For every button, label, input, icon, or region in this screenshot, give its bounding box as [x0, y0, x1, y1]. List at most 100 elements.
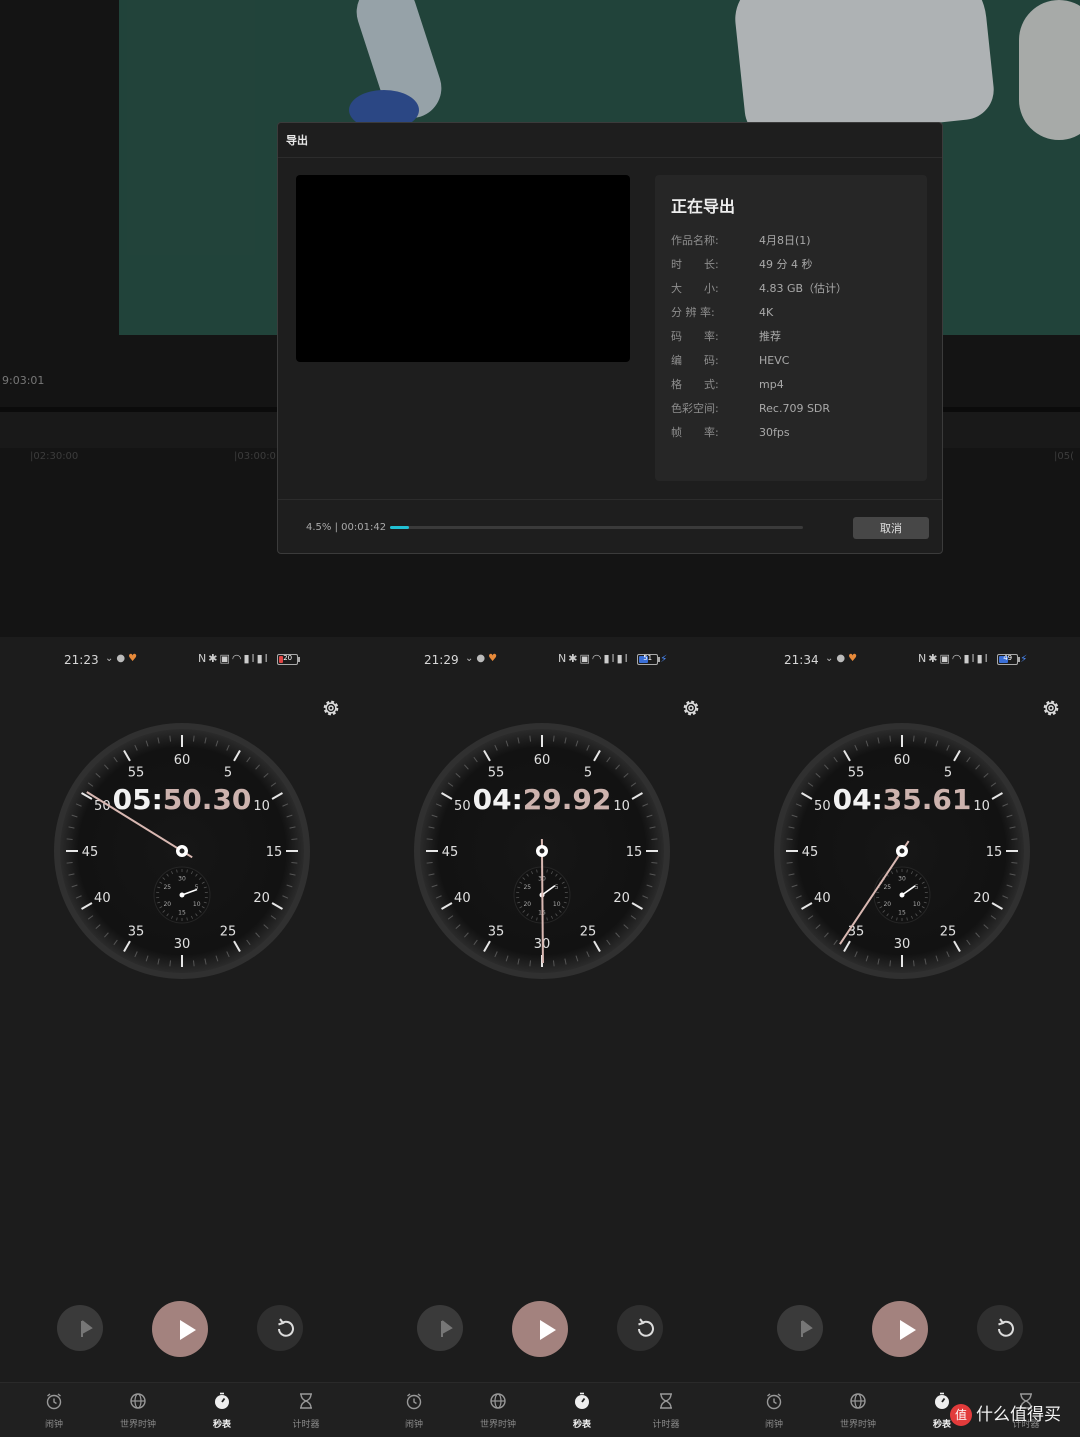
subdial-label: 5 [915, 884, 919, 891]
nav-label: 秒表 [212, 1420, 231, 1430]
nav-globe[interactable]: 世界时钟 [108, 1391, 168, 1430]
globe-icon [850, 1393, 866, 1409]
progress-fill [390, 526, 409, 529]
stopwatch-dial: 6051015202530354045505505:50.30305101520… [54, 723, 310, 979]
subdial-label: 25 [883, 884, 891, 891]
subdial-label: 15 [898, 910, 906, 917]
ruler-label: |02:30:00 [30, 451, 79, 462]
subdial-label: 30 [178, 876, 186, 883]
info-row: 作品名称: 4月8日(1) [671, 234, 811, 247]
info-row: 帧 率: 30fps [671, 426, 790, 439]
dial-label: 35 [488, 925, 505, 940]
stopwatch-dial: 6051015202530354045505504:29.92305101520… [414, 723, 670, 979]
nav-alarm[interactable]: 闹钟 [384, 1391, 444, 1430]
play-icon [900, 1320, 916, 1340]
lap-button[interactable] [57, 1305, 103, 1351]
hd-icon: ▣ [219, 652, 232, 665]
dialog-title: 导出 [286, 134, 308, 147]
watermark-text: 什么值得买 [976, 1405, 1061, 1425]
nav-hourglass[interactable]: 计时器 [636, 1391, 696, 1430]
reset-button[interactable] [977, 1305, 1023, 1351]
phone-stopwatch-2: 21:29 ⌄●♥ N✱▣◠▮l▮l 51⚡ 60510152025303540… [360, 637, 720, 1437]
dial-label: 60 [534, 753, 551, 768]
subdial-label: 10 [913, 901, 921, 908]
flag-icon [81, 1320, 93, 1337]
reset-icon [998, 1318, 1014, 1337]
system-icons: N✱▣◠▮l▮l 49 ⚡ [918, 652, 1029, 665]
signal-icon: ▮l [963, 652, 977, 665]
info-row: 时 长: 49 分 4 秒 [671, 258, 813, 271]
chat-icon: ● [476, 653, 489, 664]
dial-label: 10 [253, 799, 270, 814]
lap-button[interactable] [777, 1305, 823, 1351]
system-icons: N✱▣◠▮l▮l 20⚡ [198, 652, 301, 665]
nav-label: 世界时钟 [479, 1420, 516, 1430]
info-row: 格 式: mp4 [671, 378, 784, 391]
stopwatch-icon [935, 1392, 949, 1409]
progress-readout: 4.5% | 00:01:42 [306, 522, 387, 533]
nav-label: 世界时钟 [119, 1420, 156, 1430]
heart-icon: ♥ [848, 653, 861, 664]
nav-stopwatch[interactable]: 秒表 [192, 1391, 252, 1430]
dial-minor-tick [1011, 838, 1018, 840]
dial-minor-tick [66, 838, 73, 840]
settings-gear-icon[interactable] [1040, 697, 1062, 719]
bluetooth-icon: ✱ [568, 652, 580, 665]
dial-minor-tick [786, 862, 793, 864]
alarm-icon [46, 1393, 62, 1410]
export-heading: 正在导出 [671, 197, 736, 216]
nav-alarm[interactable]: 闹钟 [24, 1391, 84, 1430]
reset-button[interactable] [617, 1305, 663, 1351]
nav-hourglass[interactable]: 计时器 [276, 1391, 336, 1430]
dial-minor-tick [553, 960, 555, 967]
alarm-icon [406, 1393, 422, 1410]
export-info-panel: 正在导出 作品名称: 4月8日(1) 时 长: 49 分 4 秒 大 小: 4.83 … [655, 175, 927, 481]
dial-label: 15 [986, 845, 1003, 860]
bluetooth-icon: ✱ [928, 652, 940, 665]
dial-label: 35 [848, 925, 865, 940]
nav-label: 计时器 [292, 1420, 320, 1430]
watermark: 值什么值得买 [950, 1400, 1061, 1426]
time-colon: : [512, 783, 523, 816]
start-button[interactable] [512, 1301, 568, 1357]
play-icon [540, 1320, 556, 1340]
nav-globe[interactable]: 世界时钟 [468, 1391, 528, 1430]
reset-button[interactable] [257, 1305, 303, 1351]
time-seconds: 29.92 [523, 783, 612, 816]
nav-alarm[interactable]: 闹钟 [744, 1391, 804, 1430]
settings-gear-icon[interactable] [320, 697, 342, 719]
settings-gear-icon[interactable] [680, 697, 702, 719]
ruler-label: |03:00:0 [234, 451, 276, 462]
lap-button[interactable] [417, 1305, 463, 1351]
elapsed-time: 00:01:42 [341, 522, 387, 533]
dial-minor-tick [651, 862, 658, 864]
dial-label: 25 [940, 925, 957, 940]
dial-label: 60 [174, 753, 191, 768]
stopwatch-time: 04:29.92 [473, 783, 612, 816]
signal-icon: ▮l [976, 652, 990, 665]
dial-minor-tick [529, 735, 531, 742]
stopwatch-icon [215, 1392, 229, 1409]
nav-stopwatch[interactable]: 秒表 [552, 1391, 612, 1430]
nav-label: 闹钟 [764, 1420, 783, 1430]
export-preview [296, 175, 630, 362]
signal-icon: ▮l [616, 652, 630, 665]
dial-label: 50 [454, 799, 471, 814]
subdial-label: 5 [555, 884, 559, 891]
nav-label: 闹钟 [44, 1420, 63, 1430]
dial-label: 15 [626, 845, 643, 860]
subdial-label: 15 [178, 910, 186, 917]
hd-icon: ▣ [939, 652, 952, 665]
cancel-button[interactable]: 取消 [853, 517, 929, 539]
dial-minor-tick [426, 838, 433, 840]
dial-minor-tick [786, 838, 793, 840]
dial-label: 45 [82, 845, 99, 860]
start-button[interactable] [152, 1301, 208, 1357]
dial-label: 45 [802, 845, 819, 860]
nav-globe[interactable]: 世界时钟 [828, 1391, 888, 1430]
start-button[interactable] [872, 1301, 928, 1357]
flag-icon [441, 1320, 453, 1337]
globe-icon [490, 1393, 506, 1409]
info-row: 分 辨 率: 4K [671, 306, 774, 319]
dial-label: 40 [454, 891, 471, 906]
